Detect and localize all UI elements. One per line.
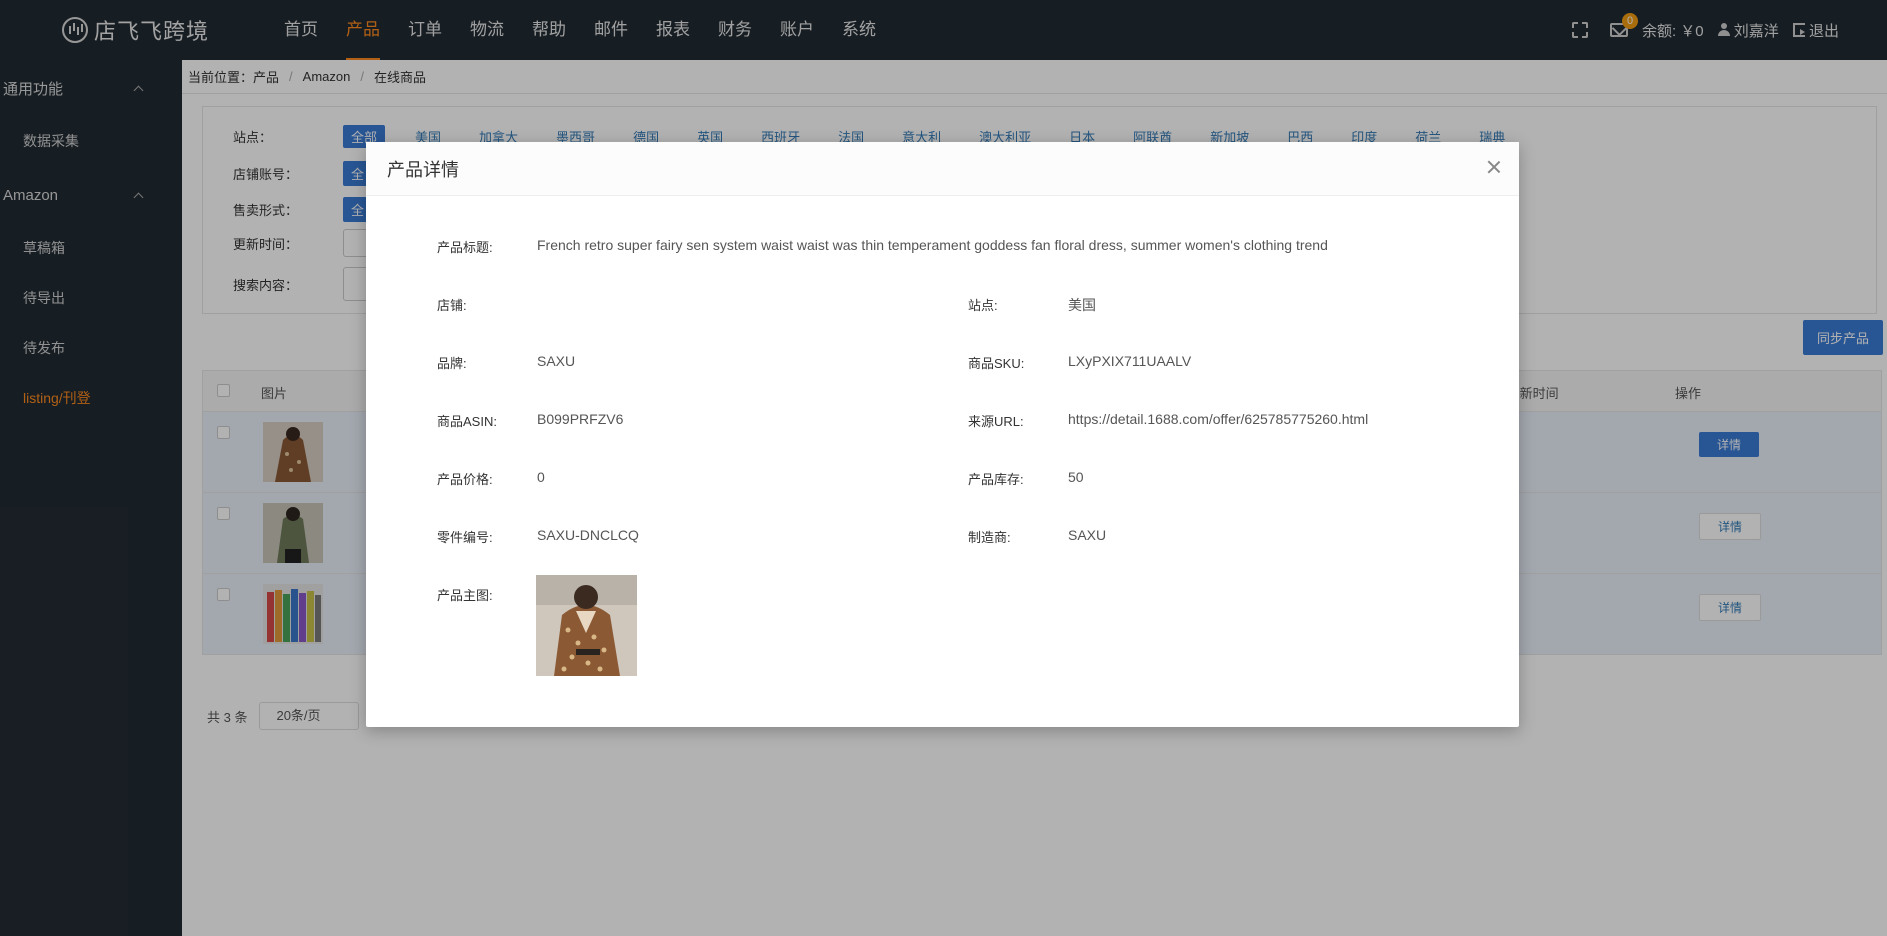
modal-header: 产品详情 — [366, 142, 1519, 196]
field-label: 商品SKU: — [968, 356, 1025, 371]
field-site: 站点: 美国 — [968, 295, 1096, 315]
field-label: 产品标题: — [437, 240, 493, 255]
field-label: 品牌: — [437, 356, 467, 371]
field-main-image: 产品主图: — [437, 585, 537, 604]
product-main-image[interactable] — [536, 575, 637, 676]
product-detail-modal: 产品详情 产品标题: French retro super fairy sen … — [366, 142, 1519, 727]
modal-title: 产品详情 — [387, 159, 459, 180]
field-value: 50 — [1068, 469, 1084, 485]
field-value: SAXU — [1068, 527, 1107, 543]
field-value: LXyPXIX711UAALV — [1068, 353, 1192, 369]
field-product-title: 产品标题: French retro super fairy sen syste… — [437, 237, 1328, 256]
source-url-link[interactable]: https://detail.1688.com/offer/6257857752… — [1068, 411, 1368, 430]
field-label: 零件编号: — [437, 530, 493, 545]
field-value: 0 — [537, 469, 545, 485]
field-label: 站点: — [968, 298, 998, 313]
field-value: 美国 — [1068, 297, 1096, 313]
field-price: 产品价格: 0 — [437, 469, 545, 488]
field-manufacturer: 制造商: SAXU — [968, 527, 1106, 546]
field-sku: 商品SKU: LXyPXIX711UAALV — [968, 353, 1191, 372]
field-label: 来源URL: — [968, 414, 1024, 429]
field-label: 制造商: — [968, 530, 1011, 545]
field-brand: 品牌: SAXU — [437, 353, 575, 372]
field-source-url: 来源URL: https://detail.1688.com/offer/625… — [968, 411, 1368, 430]
field-label: 产品库存: — [968, 472, 1024, 487]
field-value: SAXU — [537, 353, 576, 369]
field-value: French retro super fairy sen system wais… — [537, 237, 1328, 253]
field-label: 产品价格: — [437, 472, 493, 487]
field-value: SAXU-DNCLCQ — [537, 527, 639, 543]
field-asin: 商品ASIN: B099PRFZV6 — [437, 411, 623, 430]
field-value: B099PRFZV6 — [537, 411, 624, 427]
close-icon[interactable] — [1487, 160, 1501, 174]
field-label: 产品主图: — [437, 588, 493, 603]
field-label: 店铺: — [437, 298, 467, 313]
field-stock: 产品库存: 50 — [968, 469, 1084, 488]
field-label: 商品ASIN: — [437, 414, 497, 429]
field-part-number: 零件编号: SAXU-DNCLCQ — [437, 527, 639, 546]
field-store: 店铺: — [437, 295, 537, 314]
